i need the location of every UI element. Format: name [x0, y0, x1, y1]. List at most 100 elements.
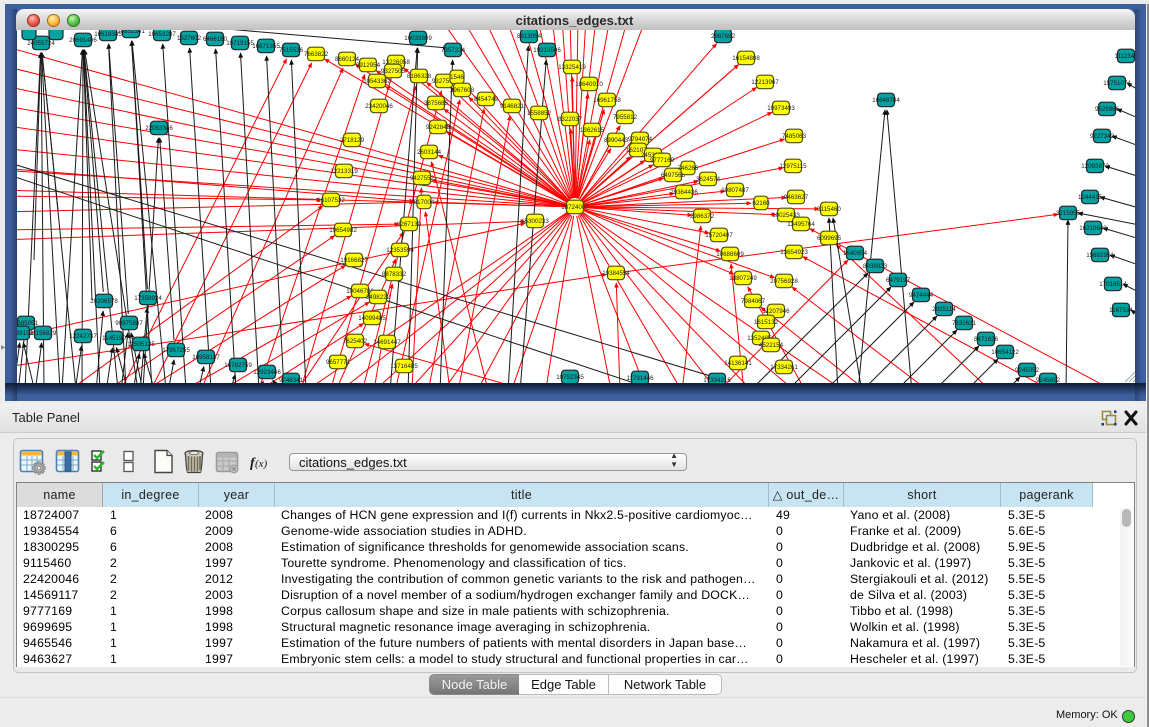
svg-text:16154808: 16154808	[732, 55, 760, 62]
svg-text:13495764: 13495764	[787, 221, 815, 228]
svg-text:14136141: 14136141	[724, 360, 752, 367]
svg-text:15720407: 15720407	[705, 232, 733, 239]
svg-text:8454749: 8454749	[474, 96, 499, 103]
svg-text:7625402: 7625402	[343, 338, 368, 345]
svg-text:90975887: 90975887	[115, 320, 143, 327]
svg-text:17334216: 17334216	[703, 377, 731, 383]
svg-text:9463627: 9463627	[784, 194, 809, 201]
svg-text:14099485: 14099485	[358, 315, 386, 322]
svg-text:8813054: 8813054	[517, 33, 542, 40]
svg-text:9427552: 9427552	[410, 175, 435, 182]
svg-text:1167534: 1167534	[1109, 307, 1133, 314]
svg-text:23420046: 23420046	[365, 103, 393, 110]
svg-text:18640910: 18640910	[575, 81, 603, 88]
svg-text:20756928: 20756928	[770, 278, 798, 285]
svg-text:22053346: 22053346	[145, 125, 173, 132]
svg-text:12093872: 12093872	[1081, 163, 1109, 170]
svg-text:(x): (x)	[255, 458, 268, 470]
svg-text:19218506: 19218506	[533, 47, 561, 54]
svg-text:2967608: 2967608	[450, 87, 475, 94]
svg-text:3624574: 3624574	[696, 176, 721, 183]
svg-text:18724007: 18724007	[561, 204, 589, 211]
svg-text:4522154: 4522154	[759, 342, 784, 349]
svg-text:9327505: 9327505	[381, 68, 406, 75]
svg-text:19166827: 19166827	[340, 257, 368, 264]
svg-text:20691406: 20691406	[69, 37, 97, 44]
svg-text:9242848: 9242848	[426, 124, 451, 131]
svg-text:11156829: 11156829	[30, 330, 57, 337]
svg-text:18852341: 18852341	[117, 30, 145, 35]
svg-text:7955812: 7955812	[613, 114, 638, 121]
svg-text:17334261: 17334261	[770, 364, 798, 371]
svg-text:16033809: 16033809	[404, 35, 432, 42]
svg-text:1640954: 1640954	[843, 250, 868, 257]
svg-text:1546: 1546	[450, 74, 464, 81]
svg-text:11731446: 11731446	[626, 375, 654, 382]
svg-text:16648784: 16648784	[872, 97, 900, 104]
svg-text:9474444: 9474444	[909, 292, 934, 299]
svg-text:13325419: 13325419	[558, 64, 586, 71]
svg-text:16671355: 16671355	[252, 43, 280, 50]
svg-text:2987682: 2987682	[711, 33, 736, 40]
svg-text:17359924: 17359924	[134, 295, 162, 302]
svg-text:2603144: 2603144	[417, 149, 442, 156]
svg-text:1244415: 1244415	[1078, 194, 1103, 201]
svg-text:12213319: 12213319	[330, 168, 358, 175]
svg-text:8878332: 8878332	[382, 271, 407, 278]
svg-text:1112343: 1112343	[1114, 53, 1135, 60]
svg-text:3215955: 3215955	[1056, 210, 1081, 217]
svg-text:10973493: 10973493	[767, 105, 795, 112]
svg-text:13654923: 13654923	[780, 249, 808, 256]
svg-text:10654122: 10654122	[991, 349, 1019, 356]
svg-text:10688609: 10688609	[716, 251, 744, 258]
svg-text:11207946: 11207946	[762, 308, 790, 315]
svg-text:7515526: 7515526	[279, 47, 304, 54]
svg-text:15751074: 15751074	[1103, 80, 1131, 87]
svg-text:1615132: 1615132	[754, 319, 779, 326]
svg-text:8186328: 8186328	[407, 73, 432, 80]
svg-text:8938923: 8938923	[863, 263, 888, 270]
svg-text:17016514: 17016514	[1099, 281, 1127, 288]
svg-text:15692951: 15692951	[1086, 252, 1114, 259]
svg-text:16782759: 16782759	[224, 362, 252, 369]
svg-text:3875685: 3875685	[424, 100, 449, 107]
svg-text:7984067: 7984067	[741, 298, 766, 305]
svg-text:19384554: 19384554	[602, 270, 630, 277]
svg-text:15300233: 15300233	[521, 218, 549, 225]
svg-text:1558852: 1558852	[527, 110, 552, 117]
svg-text:18807249: 18807249	[729, 275, 757, 282]
svg-text:7632621: 7632621	[952, 320, 977, 327]
svg-text:8322037: 8322037	[558, 116, 583, 123]
svg-text:746266: 746266	[678, 165, 699, 172]
svg-text:10752345: 10752345	[556, 374, 584, 381]
svg-text:2718129: 2718129	[340, 137, 365, 144]
svg-text:8990443: 8990443	[604, 137, 629, 144]
svg-text:1362615: 1362615	[580, 127, 605, 134]
svg-text:19654982: 19654982	[329, 227, 357, 234]
svg-text:16210643: 16210643	[1079, 225, 1107, 232]
svg-text:2986372: 2986372	[690, 213, 715, 220]
svg-text:3498222: 3498222	[366, 294, 391, 301]
svg-text:9227342: 9227342	[1090, 133, 1115, 140]
svg-text:1527602: 1527602	[177, 35, 202, 42]
svg-text:9529966: 9529966	[1095, 106, 1120, 113]
svg-text:6479197: 6479197	[886, 277, 911, 284]
svg-text:16958127: 16958127	[192, 354, 220, 361]
svg-text:16107532: 16107532	[317, 197, 345, 204]
svg-text:14691447: 14691447	[373, 339, 401, 346]
svg-text:6099695: 6099695	[817, 235, 842, 242]
svg-text:7485063: 7485063	[782, 133, 807, 140]
svg-text:9794074: 9794074	[628, 136, 653, 143]
svg-text:9657771: 9657771	[326, 359, 351, 366]
svg-text:12242737: 12242737	[69, 333, 97, 340]
svg-text:8471626: 8471626	[974, 336, 999, 343]
svg-text:10719155: 10719155	[226, 40, 254, 47]
svg-text:6466160: 6466160	[203, 36, 228, 43]
svg-text:9777169: 9777169	[650, 157, 675, 164]
svg-text:10653287: 10653287	[148, 31, 176, 38]
svg-text:10543362: 10543362	[363, 78, 391, 85]
svg-text:12505135: 12505135	[127, 341, 155, 348]
svg-text:9115460: 9115460	[817, 206, 841, 213]
svg-text:9245052: 9245052	[1015, 367, 1040, 374]
svg-text:12353594: 12353594	[386, 247, 414, 254]
